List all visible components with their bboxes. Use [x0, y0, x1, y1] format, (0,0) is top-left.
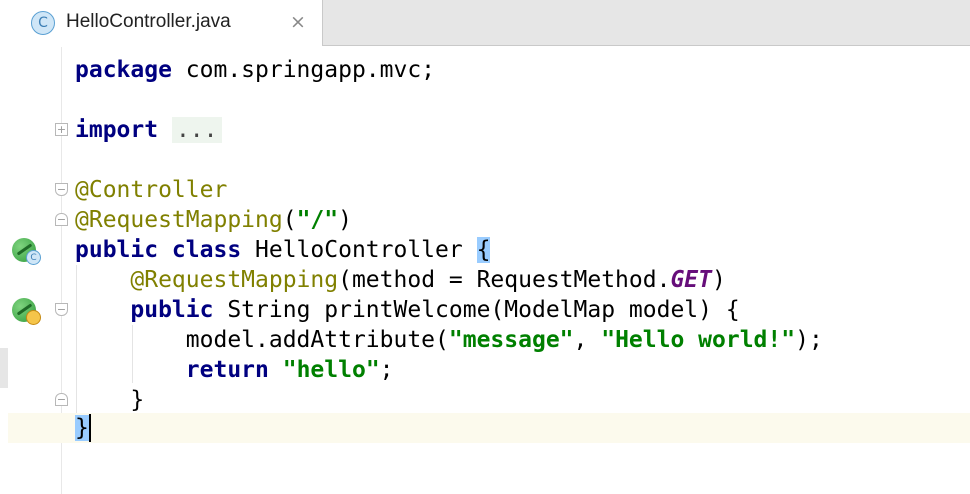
spring-bean-icon[interactable]: C	[12, 238, 41, 266]
class-badge-icon: C	[26, 250, 41, 265]
keyword: public	[130, 297, 214, 323]
keyword: import	[75, 117, 159, 143]
spring-request-mapping-icon[interactable]	[12, 298, 41, 326]
code-line[interactable]: @RequestMapping(method = RequestMethod.G…	[75, 265, 726, 295]
code-text: )	[712, 267, 726, 293]
code-line[interactable]: model.addAttribute("message", "Hello wor…	[75, 325, 823, 355]
java-class-icon: C	[31, 11, 55, 35]
folded-imports[interactable]: ...	[171, 117, 222, 143]
keyword: public class	[75, 237, 242, 263]
keyword: package	[75, 57, 172, 83]
string-literal: "message"	[448, 327, 574, 353]
code-line[interactable]: return "hello";	[75, 355, 394, 385]
code-line[interactable]: public String printWelcome(ModelMap mode…	[75, 295, 740, 325]
code-text: ;	[379, 357, 394, 383]
string-literal: "hello"	[282, 357, 380, 383]
fold-collapse-icon[interactable]: −	[55, 303, 68, 316]
code-line[interactable]: @RequestMapping("/")	[75, 205, 352, 235]
editor-tab-bar: C HelloController.java ×	[0, 0, 970, 46]
code-text: String printWelcome(ModelMap model) {	[213, 297, 740, 323]
code-line[interactable]: }	[75, 413, 89, 443]
matched-brace: {	[476, 237, 491, 263]
fold-end-icon[interactable]: −	[55, 393, 68, 406]
code-line[interactable]: package com.springapp.mvc;	[75, 55, 435, 85]
code-text: );	[795, 327, 823, 353]
code-text: )	[338, 207, 352, 233]
fold-expand-icon[interactable]: +	[55, 123, 68, 136]
annotation: @RequestMapping	[75, 207, 283, 233]
current-line-highlight	[8, 413, 970, 443]
string-literal: "Hello world!"	[601, 327, 796, 353]
enum-constant: GET	[670, 267, 712, 293]
close-icon[interactable]: ×	[287, 10, 309, 34]
code-text: com.springapp.mvc;	[171, 57, 436, 83]
fold-collapse-icon[interactable]: −	[55, 183, 68, 196]
text-cursor	[89, 414, 91, 442]
class-name: HelloController	[241, 237, 477, 263]
scroll-marker	[0, 348, 8, 388]
code-line[interactable]: }	[75, 385, 144, 415]
code-line[interactable]: public class HelloController {	[75, 235, 491, 265]
matched-brace: }	[75, 415, 89, 441]
code-text: ,	[573, 327, 602, 353]
tab-title: HelloController.java	[66, 11, 231, 32]
code-text: (	[282, 207, 297, 233]
fold-end-icon[interactable]: −	[55, 213, 68, 226]
annotation: @Controller	[75, 177, 228, 203]
string-literal: "/"	[296, 207, 339, 233]
keyword: return	[185, 357, 269, 383]
globe-badge-icon	[26, 310, 41, 325]
code-line[interactable]: @Controller	[75, 175, 227, 205]
annotation: @RequestMapping	[130, 267, 339, 293]
code-line[interactable]: import ...	[75, 115, 222, 145]
tab-hellocontroller[interactable]: C HelloController.java ×	[0, 0, 323, 46]
closing-brace: }	[130, 387, 145, 413]
code-text: (method = RequestMethod.	[338, 267, 671, 293]
code-text: model.addAttribute(	[185, 327, 449, 353]
